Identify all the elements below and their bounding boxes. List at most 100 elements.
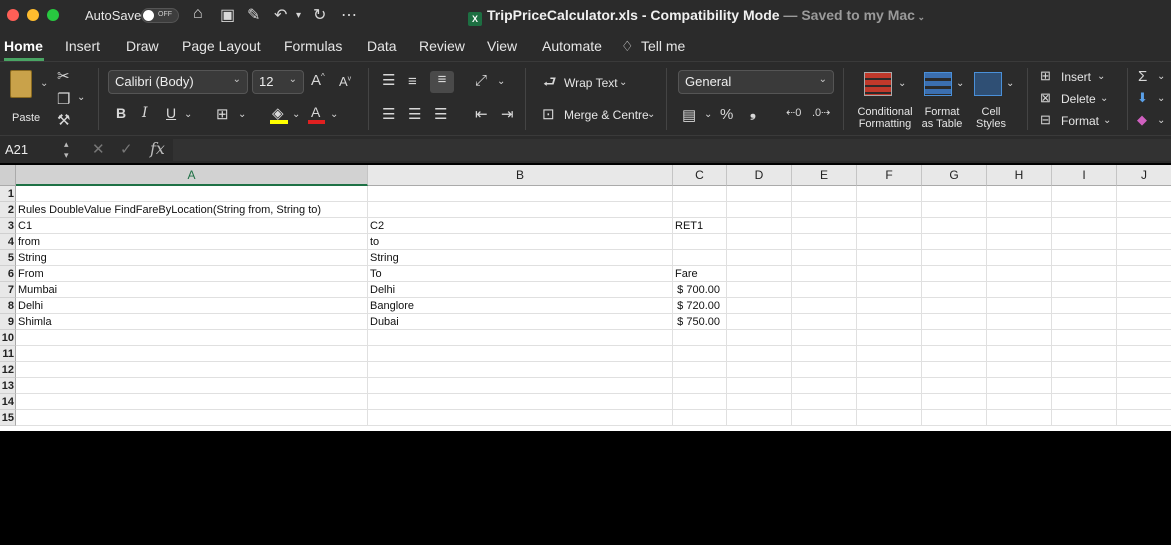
cell-d10[interactable] [727,330,792,346]
save-as-icon[interactable]: ✎ [247,5,260,25]
font-color-dropdown-icon[interactable]: ⌄ [330,109,338,120]
increase-font-size-icon[interactable]: A^ [311,72,325,89]
delete-dropdown-icon[interactable]: ⌄ [1100,93,1108,104]
row-header-7[interactable]: 7 [0,282,16,298]
cell-g13[interactable] [922,378,987,394]
align-center-icon[interactable]: ☰ [408,105,421,123]
row-header-15[interactable]: 15 [0,410,16,426]
cell-h12[interactable] [987,362,1052,378]
cell-d7[interactable] [727,282,792,298]
cell-e9[interactable] [792,314,857,330]
fill-color-dropdown-icon[interactable]: ⌄ [292,109,300,120]
cell-d15[interactable] [727,410,792,426]
cell-h10[interactable] [987,330,1052,346]
column-header-i[interactable]: I [1052,165,1117,186]
clear-dropdown-icon[interactable]: ⌄ [1157,115,1165,126]
cell-d8[interactable] [727,298,792,314]
cell-h3[interactable] [987,218,1052,234]
align-bottom-icon[interactable]: ≡ [430,71,454,93]
cell-f13[interactable] [857,378,922,394]
cell-b3[interactable]: C2 [368,218,673,234]
row-header-4[interactable]: 4 [0,234,16,250]
cell-h7[interactable] [987,282,1052,298]
column-header-a[interactable]: A [16,165,368,186]
align-right-icon[interactable]: ☰ [434,105,447,123]
cell-a12[interactable] [16,362,368,378]
column-header-g[interactable]: G [922,165,987,186]
cell-h9[interactable] [987,314,1052,330]
cell-c14[interactable] [673,394,727,410]
cell-e1[interactable] [792,186,857,202]
cell-i11[interactable] [1052,346,1117,362]
cell-g9[interactable] [922,314,987,330]
insert-function-icon[interactable]: fx [150,139,165,158]
tab-automate[interactable]: Automate [542,38,602,54]
cell-a4[interactable]: from [16,234,368,250]
cancel-icon[interactable]: ✕ [92,140,105,158]
cell-d6[interactable] [727,266,792,282]
enter-icon[interactable]: ✓ [120,140,133,158]
column-header-j[interactable]: J [1117,165,1171,186]
select-all-corner[interactable] [0,165,16,186]
delete-cells-icon[interactable]: ⊠ [1040,90,1051,106]
row-header-2[interactable]: 2 [0,202,16,218]
conditional-formatting-button[interactable]: ⌄ Conditional Formatting [854,68,916,132]
cell-g4[interactable] [922,234,987,250]
align-top-icon[interactable]: ☰ [382,71,395,89]
cell-d14[interactable] [727,394,792,410]
cell-b8[interactable]: Banglore [368,298,673,314]
cell-g11[interactable] [922,346,987,362]
cell-c13[interactable] [673,378,727,394]
cell-b4[interactable]: to [368,234,673,250]
cell-g8[interactable] [922,298,987,314]
number-format-select[interactable]: General ⌄ [678,70,834,94]
cell-f12[interactable] [857,362,922,378]
cell-g6[interactable] [922,266,987,282]
cell-a10[interactable] [16,330,368,346]
cell-h5[interactable] [987,250,1052,266]
cell-h1[interactable] [987,186,1052,202]
increase-decimal-icon[interactable]: ⇠0 [786,106,801,119]
cell-f5[interactable] [857,250,922,266]
cell-e10[interactable] [792,330,857,346]
tab-draw[interactable]: Draw [126,38,159,54]
cell-j14[interactable] [1117,394,1171,410]
column-header-h[interactable]: H [987,165,1052,186]
cell-j3[interactable] [1117,218,1171,234]
font-name-select[interactable]: Calibri (Body) ⌄ [108,70,248,94]
borders-icon[interactable]: ⊞ [216,105,229,123]
cell-a7[interactable]: Mumbai [16,282,368,298]
row-header-11[interactable]: 11 [0,346,16,362]
comma-style-icon[interactable]: ❟ [750,104,756,121]
accounting-format-icon[interactable]: ▤ [682,106,696,124]
save-icon[interactable]: ▣ [220,5,235,25]
home-icon[interactable]: ⌂ [193,5,203,23]
cell-i6[interactable] [1052,266,1117,282]
cell-e11[interactable] [792,346,857,362]
cell-i2[interactable] [1052,202,1117,218]
bold-button[interactable]: B [116,105,126,121]
cell-j12[interactable] [1117,362,1171,378]
cell-c12[interactable] [673,362,727,378]
cell-e13[interactable] [792,378,857,394]
cell-c9[interactable]: $ 750.00 [673,314,727,330]
row-header-9[interactable]: 9 [0,314,16,330]
cell-i14[interactable] [1052,394,1117,410]
cell-g2[interactable] [922,202,987,218]
insert-dropdown-icon[interactable]: ⌄ [1097,71,1105,82]
decrease-indent-icon[interactable]: ⇤ [475,105,488,123]
cell-a5[interactable]: String [16,250,368,266]
cell-i1[interactable] [1052,186,1117,202]
minimize-window-button[interactable] [27,9,39,21]
cell-c15[interactable] [673,410,727,426]
tell-me[interactable]: Tell me [641,38,685,54]
autosave-toggle[interactable]: OFF [141,8,179,23]
cell-c4[interactable] [673,234,727,250]
increase-indent-icon[interactable]: ⇥ [501,105,514,123]
cell-g5[interactable] [922,250,987,266]
cell-g15[interactable] [922,410,987,426]
fill-color-button[interactable]: ◈ [270,104,290,124]
cell-a2[interactable]: Rules DoubleValue FindFareByLocation(Str… [16,202,368,218]
format-painter-icon[interactable]: ⚒ [57,111,70,129]
format-dropdown-icon[interactable]: ⌄ [1103,115,1111,126]
